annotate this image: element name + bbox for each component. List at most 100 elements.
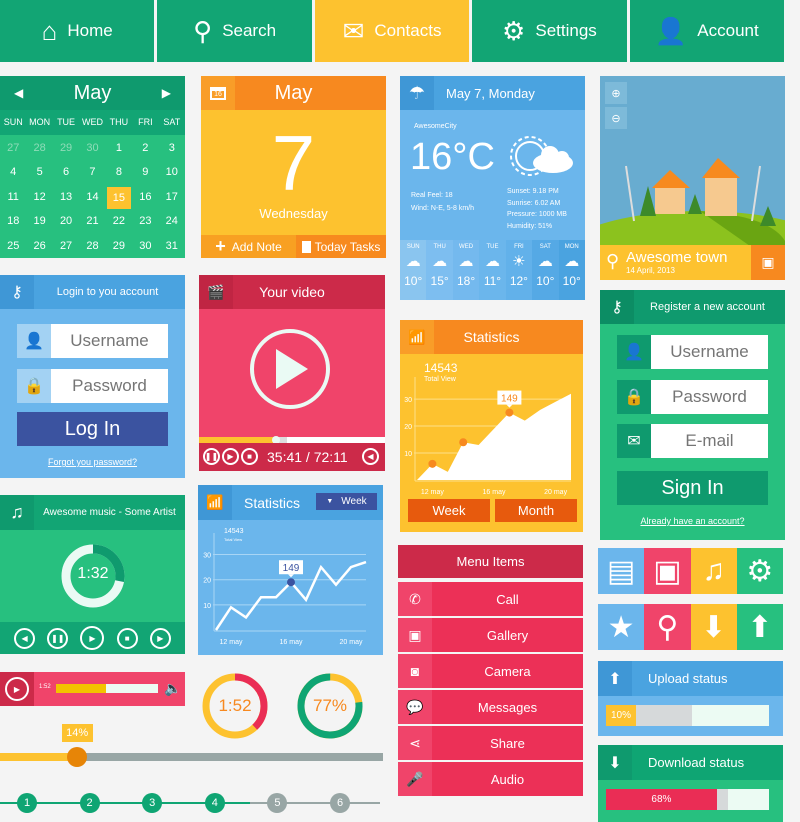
calendar-day[interactable]: 25: [0, 235, 26, 259]
calendar-day[interactable]: 30: [79, 137, 105, 161]
calendar-day[interactable]: 27: [53, 235, 79, 259]
login-title: Login to you account: [56, 286, 159, 298]
step-6[interactable]: 6: [330, 793, 350, 813]
calendar-day[interactable]: 31: [159, 235, 185, 259]
calendar-day[interactable]: 19: [26, 210, 52, 234]
password-input[interactable]: [51, 369, 168, 403]
calendar-day[interactable]: 28: [79, 235, 105, 259]
pause-button[interactable]: ❚❚: [203, 448, 220, 465]
calendar-day[interactable]: 13: [53, 186, 79, 210]
step-5[interactable]: 5: [267, 793, 288, 813]
calendar-day[interactable]: 2: [132, 137, 158, 161]
bar-chart-icon: 📶: [400, 320, 434, 354]
upload-tile[interactable]: ⬆: [736, 604, 783, 650]
sign-in-button[interactable]: Sign In: [617, 471, 768, 505]
gallery-icon[interactable]: ▣: [751, 245, 785, 280]
town-date: 14 April, 2013: [626, 266, 675, 275]
calendar-day[interactable]: 9: [132, 161, 158, 185]
step-2[interactable]: 2: [79, 793, 100, 813]
stop-button[interactable]: ■: [241, 448, 258, 465]
calendar-day[interactable]: 29: [106, 235, 132, 259]
calendar-day[interactable]: 3: [159, 137, 185, 161]
calendar-day[interactable]: 14: [79, 186, 105, 210]
zoom-in-icon[interactable]: ⊕: [605, 82, 627, 104]
calendar-day[interactable]: 10: [159, 161, 185, 185]
slider-handle[interactable]: [66, 747, 87, 767]
calendar-day[interactable]: 8: [106, 161, 132, 185]
slider[interactable]: 14%: [0, 724, 383, 767]
music-note-tile[interactable]: ♫: [690, 548, 737, 594]
month-button[interactable]: Month: [495, 499, 577, 522]
add-note-button[interactable]: + Add Note: [201, 235, 296, 258]
period-dropdown[interactable]: ▼ Week: [316, 493, 377, 510]
menu-item-share[interactable]: ⋖ Share: [398, 726, 583, 760]
slider-tooltip: 14%: [61, 724, 93, 742]
menu-item-gallery[interactable]: ▣ Gallery: [398, 618, 583, 652]
forgot-password-link[interactable]: Forgot you password?: [0, 457, 185, 467]
today-tasks-button[interactable]: Today Tasks: [296, 235, 386, 258]
calendar-day[interactable]: 11: [0, 186, 26, 210]
calendar-day[interactable]: 18: [0, 210, 26, 234]
register-email-input[interactable]: [651, 424, 768, 458]
nav-home[interactable]: ⌂ Home: [0, 0, 155, 62]
nav-settings[interactable]: ⚙ Settings: [472, 0, 627, 62]
calendar-day[interactable]: 17: [159, 186, 185, 210]
video-title: Your video: [259, 284, 325, 300]
calendar-day[interactable]: 6: [53, 161, 79, 185]
prev-month-icon[interactable]: ◀: [14, 86, 23, 100]
calendar-day[interactable]: 26: [26, 235, 52, 259]
username-input[interactable]: [51, 324, 168, 358]
town-footer: ⚲ Awesome town 14 April, 2013 ▣: [600, 245, 785, 280]
register-password-input[interactable]: [651, 380, 768, 414]
calendar-day[interactable]: 24: [159, 210, 185, 234]
nav-contacts[interactable]: ✉ Contacts: [314, 0, 470, 62]
gallery-tile[interactable]: ▣: [644, 548, 691, 594]
document-tile[interactable]: ▤: [598, 548, 645, 594]
week-button[interactable]: Week: [408, 499, 490, 522]
menu-item-camera[interactable]: ◙ Camera: [398, 654, 583, 688]
nav-account[interactable]: 👤 Account: [629, 0, 785, 62]
menu-item-messages[interactable]: 💬 Messages: [398, 690, 583, 724]
play-button[interactable]: [250, 329, 330, 409]
search-tile[interactable]: ⚲: [644, 604, 691, 650]
calendar-day-selected[interactable]: 15: [106, 186, 132, 210]
menu-item-call[interactable]: ✆ Call: [398, 582, 583, 616]
pause-button[interactable]: ❚❚: [47, 627, 69, 649]
calendar-day[interactable]: 20: [53, 210, 79, 234]
step-3[interactable]: 3: [142, 793, 163, 813]
register-username-input[interactable]: [651, 335, 768, 369]
zoom-out-icon[interactable]: ⊖: [605, 107, 627, 129]
star-tile[interactable]: ★: [598, 604, 645, 650]
calendar-day[interactable]: 27: [0, 137, 26, 161]
volume-icon[interactable]: 🔈: [164, 680, 181, 697]
stop-button[interactable]: ■: [116, 627, 138, 649]
calendar-day[interactable]: 7: [79, 161, 105, 185]
audio-progress-bar[interactable]: [56, 684, 158, 693]
calendar-day[interactable]: 4: [0, 161, 26, 185]
menu-item-audio[interactable]: 🎤 Audio: [398, 762, 583, 796]
next-button[interactable]: ▶: [149, 627, 171, 649]
calendar-day[interactable]: 21: [79, 210, 105, 234]
calendar-day[interactable]: 12: [26, 186, 52, 210]
calendar-day[interactable]: 28: [26, 137, 52, 161]
calendar-day[interactable]: 22: [106, 210, 132, 234]
play-small-button[interactable]: ▶: [222, 448, 239, 465]
calendar-day[interactable]: 5: [26, 161, 52, 185]
calendar-day[interactable]: 29: [53, 137, 79, 161]
calendar-day[interactable]: 23: [132, 210, 158, 234]
calendar-day[interactable]: 1: [106, 137, 132, 161]
login-button[interactable]: Log In: [17, 412, 168, 446]
nav-search[interactable]: ⚲ Search: [157, 0, 312, 62]
play-button[interactable]: ▶: [80, 626, 105, 650]
volume-button[interactable]: ◀: [362, 448, 379, 465]
calendar-day[interactable]: 16: [132, 186, 158, 210]
previous-button[interactable]: ◀: [14, 627, 36, 649]
step-1[interactable]: 1: [17, 793, 37, 813]
gear-tile[interactable]: ⚙: [736, 548, 783, 594]
download-tile[interactable]: ⬇: [690, 604, 737, 650]
calendar-day[interactable]: 30: [132, 235, 158, 259]
already-have-account-link[interactable]: Already have an account?: [600, 516, 785, 526]
step-4[interactable]: 4: [204, 793, 225, 813]
audio-play-button[interactable]: ▶: [0, 672, 34, 706]
next-month-icon[interactable]: ▶: [162, 86, 171, 100]
